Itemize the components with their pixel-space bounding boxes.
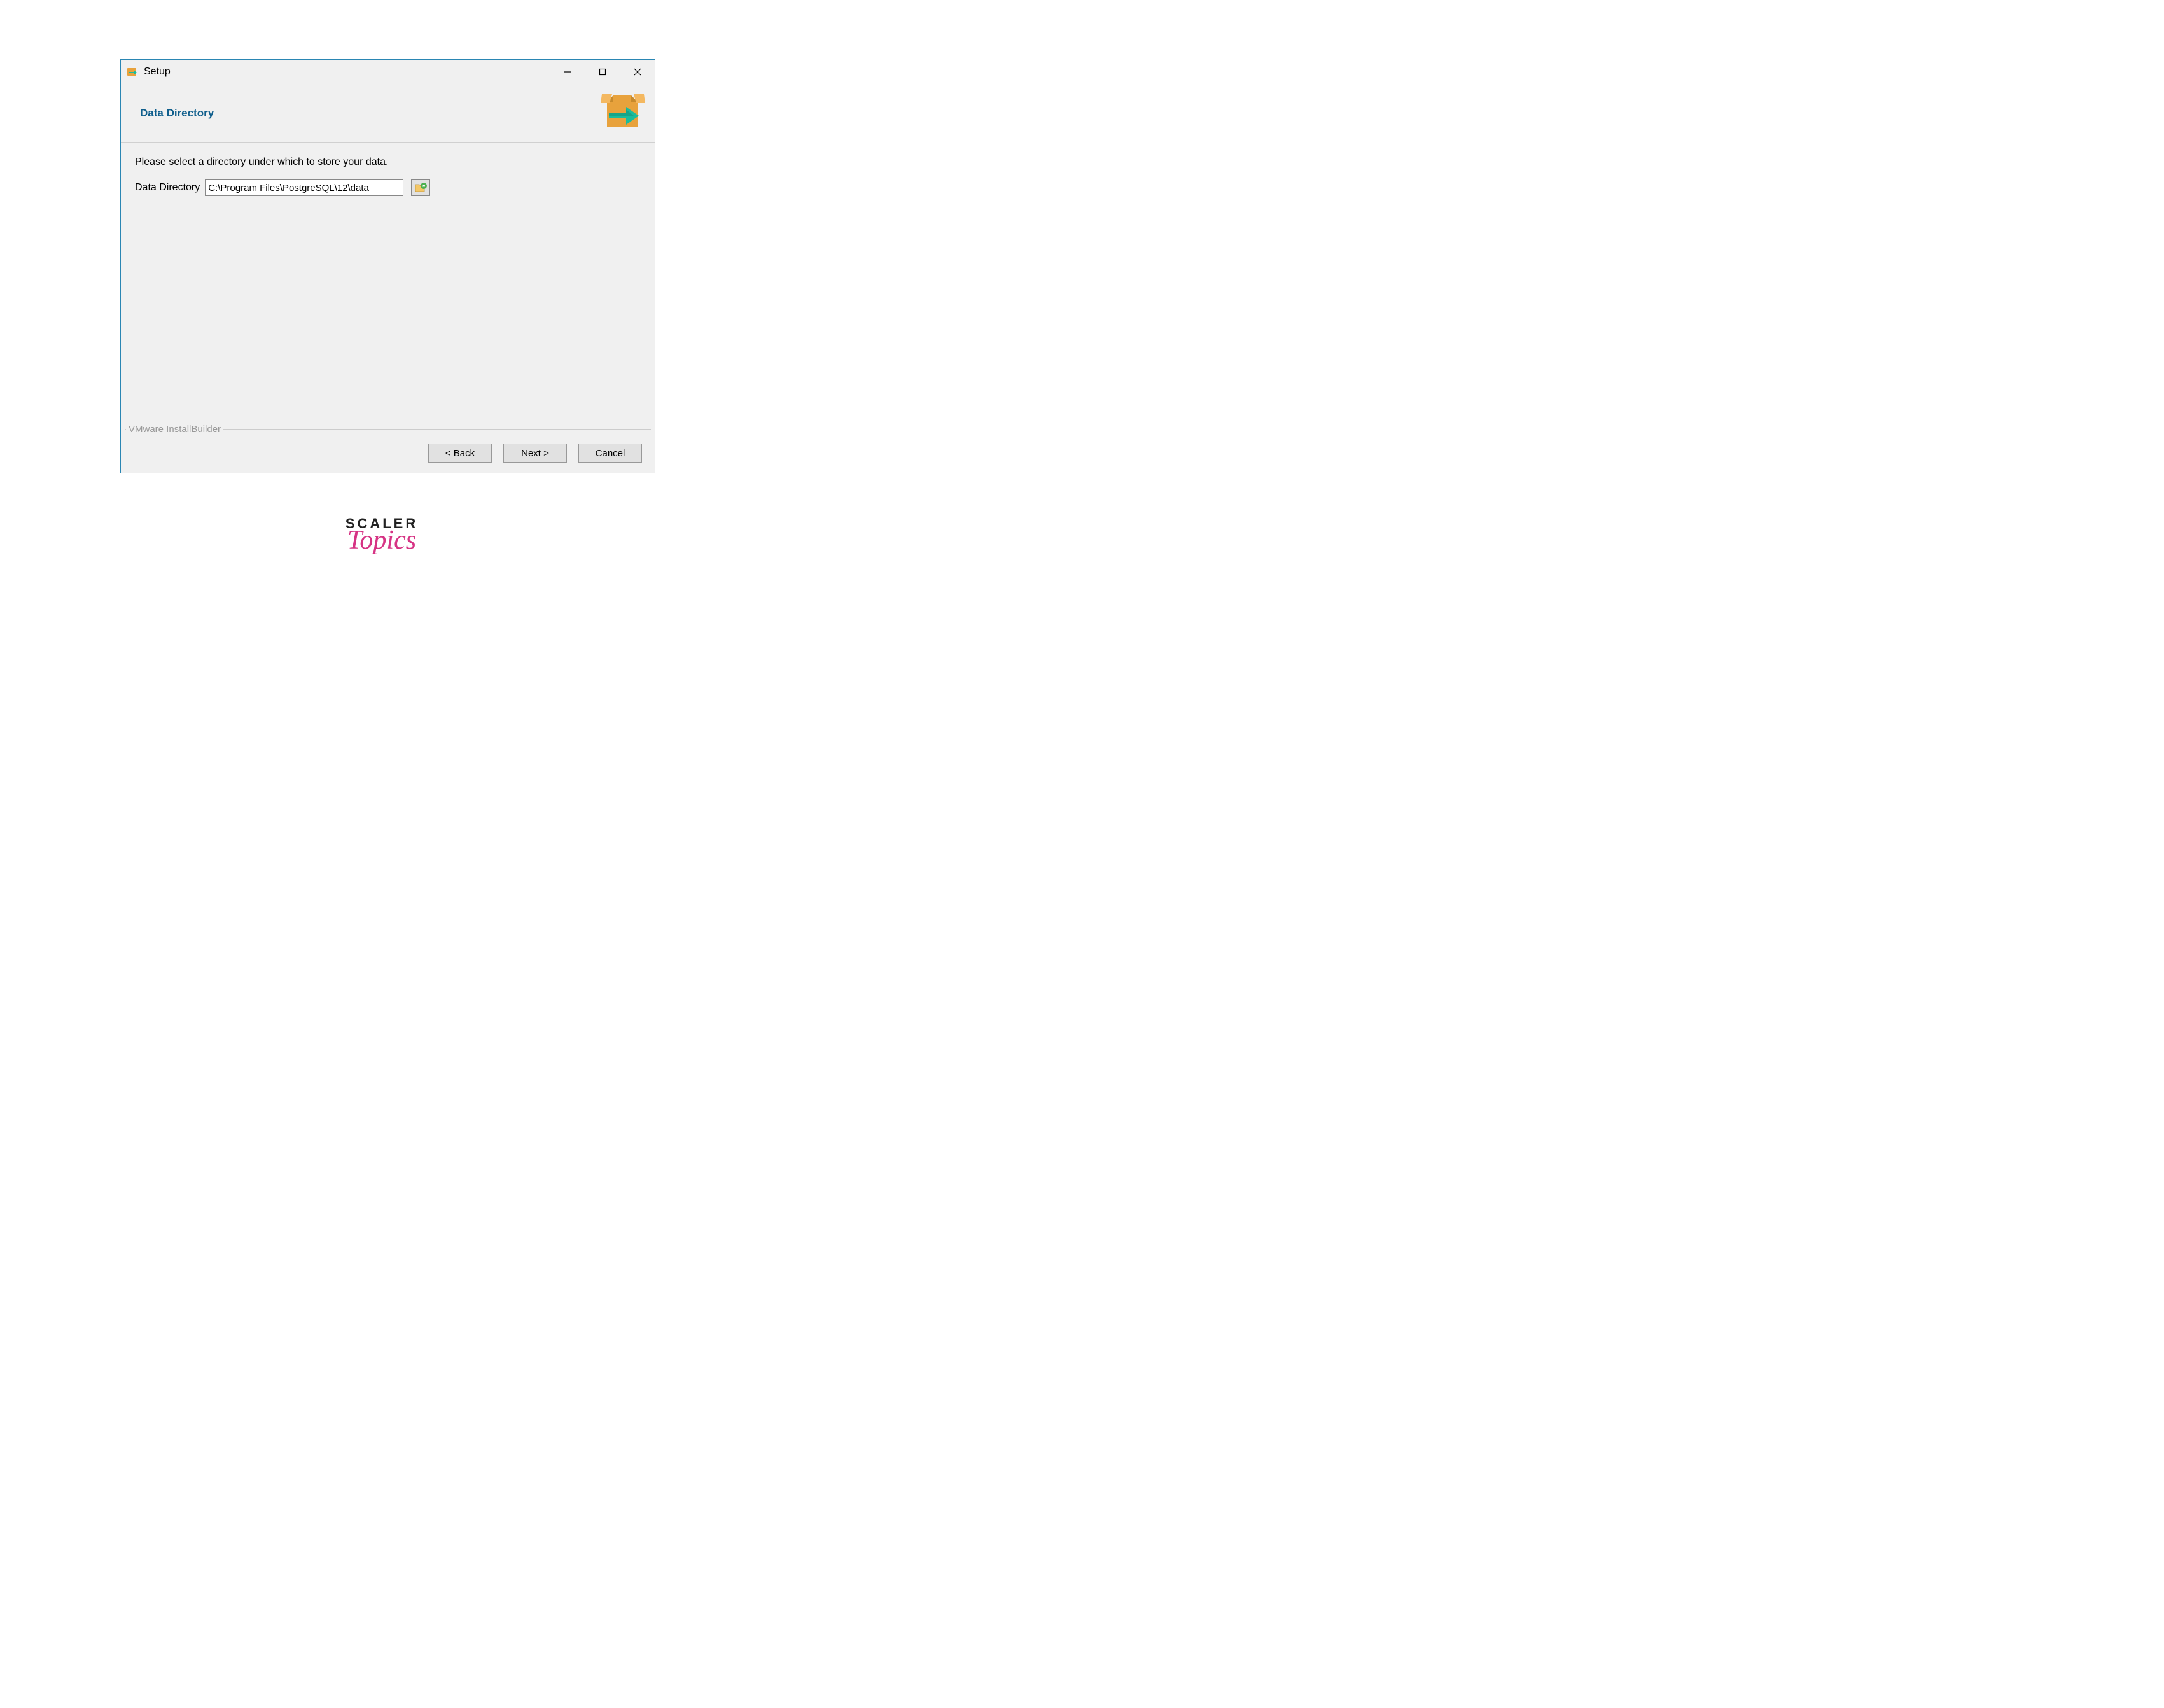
maximize-button[interactable] <box>585 60 620 84</box>
titlebar: Setup <box>121 60 655 84</box>
setup-window: Setup Data Directory <box>120 59 655 473</box>
browse-button[interactable] <box>411 179 430 196</box>
close-button[interactable] <box>620 60 655 84</box>
content-area: Please select a directory under which to… <box>121 143 655 473</box>
back-button[interactable]: < Back <box>428 444 492 463</box>
watermark-line2: Topics <box>346 527 418 554</box>
installer-icon <box>126 66 139 78</box>
data-directory-row: Data Directory <box>135 179 641 196</box>
next-button[interactable]: Next > <box>503 444 567 463</box>
watermark: SCALER Topics <box>346 515 418 554</box>
installer-logo-icon <box>599 90 647 134</box>
minimize-button[interactable] <box>550 60 585 84</box>
window-title: Setup <box>144 66 550 78</box>
data-directory-input[interactable] <box>205 179 403 196</box>
window-controls <box>550 60 655 84</box>
navigation-buttons: < Back Next > Cancel <box>428 444 642 463</box>
folder-browse-icon <box>414 182 427 193</box>
page-title: Data Directory <box>140 107 214 120</box>
instruction-text: Please select a directory under which to… <box>135 157 641 168</box>
header-section: Data Directory <box>121 84 655 143</box>
data-directory-label: Data Directory <box>135 182 200 193</box>
builder-label: VMware InstallBuilder <box>126 424 223 435</box>
cancel-button[interactable]: Cancel <box>578 444 642 463</box>
